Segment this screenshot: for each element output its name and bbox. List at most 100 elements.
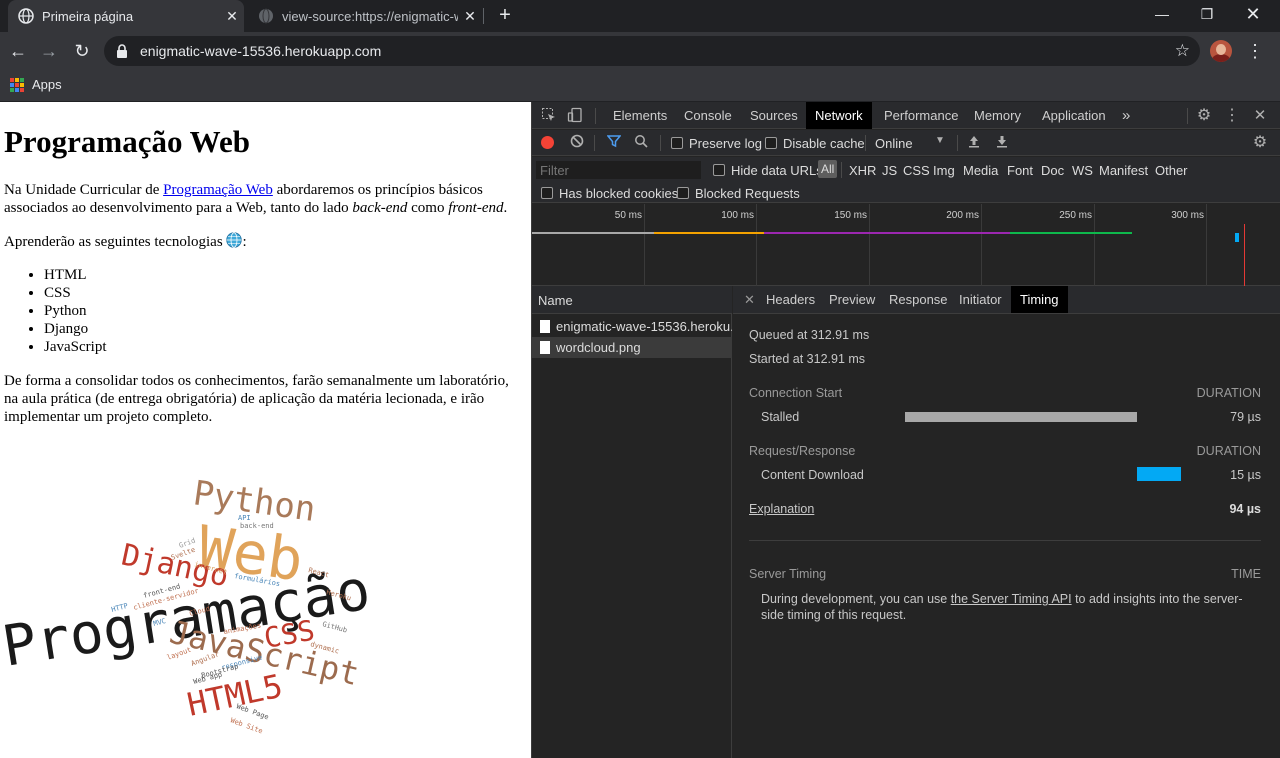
close-window-button[interactable]: ✕: [1238, 4, 1268, 24]
filter-type-css[interactable]: CSS: [903, 163, 930, 178]
tab-application[interactable]: Application: [1033, 102, 1115, 129]
tab-memory[interactable]: Memory: [965, 102, 1030, 129]
minimize-button[interactable]: —: [1147, 4, 1177, 24]
hide-data-urls-checkbox[interactable]: [713, 164, 725, 176]
closing-paragraph: De forma a consolidar todos os conhecime…: [4, 373, 509, 425]
tab-initiator[interactable]: Initiator: [950, 286, 1011, 313]
profile-avatar[interactable]: [1210, 40, 1232, 62]
divider: [749, 540, 1261, 541]
settings-gear-icon[interactable]: ⚙: [1195, 107, 1213, 125]
overview-bar: [532, 232, 654, 234]
disable-cache-checkbox[interactable]: [765, 137, 777, 149]
request-row[interactable]: enigmatic-wave-15536.heroku...: [532, 316, 732, 337]
filter-type-img[interactable]: Img: [933, 163, 955, 178]
lock-icon[interactable]: [116, 44, 130, 58]
overview-tick-label: 100 ms: [721, 210, 754, 221]
intro-text: Na Unidade Curricular de: [4, 182, 164, 198]
export-har-icon[interactable]: [993, 134, 1011, 152]
preserve-log-checkbox[interactable]: [671, 137, 683, 149]
devtools-menu-icon[interactable]: ⋮: [1223, 107, 1241, 125]
tab-network[interactable]: Network: [806, 102, 872, 129]
disable-cache-label: Disable cache: [783, 136, 865, 151]
list-item: JavaScript: [44, 338, 515, 356]
overview-tick-label: 50 ms: [614, 210, 642, 221]
bookmark-star-icon[interactable]: ☆: [1175, 41, 1190, 61]
programacao-web-link[interactable]: Programação Web: [163, 182, 273, 198]
has-blocked-cookies-checkbox[interactable]: [541, 187, 553, 199]
tab-sources[interactable]: Sources: [741, 102, 807, 129]
name-column-header[interactable]: Name: [532, 286, 732, 314]
filter-type-js[interactable]: JS: [882, 163, 897, 178]
inspect-element-icon[interactable]: [540, 107, 558, 125]
record-icon[interactable]: [541, 136, 554, 149]
close-tab-icon[interactable]: ✕: [458, 8, 482, 25]
network-settings-gear-icon[interactable]: ⚙: [1251, 134, 1269, 152]
clear-icon[interactable]: [568, 134, 586, 152]
filter-type-manifest[interactable]: Manifest: [1099, 163, 1148, 178]
started-at: Started at 312.91 ms: [749, 352, 866, 366]
tab-preview[interactable]: Preview: [820, 286, 884, 313]
address-bar[interactable]: enigmatic-wave-15536.herokuapp.com ☆: [104, 36, 1200, 66]
overview-request-mark: [1235, 233, 1239, 242]
duration-heading: DURATION: [1196, 386, 1261, 400]
filter-type-media[interactable]: Media: [963, 163, 998, 178]
blocked-requests-label: Blocked Requests: [695, 186, 800, 201]
new-tab-button[interactable]: +: [494, 4, 516, 26]
throttling-select[interactable]: Online: [875, 136, 913, 151]
filter-type-other[interactable]: Other: [1155, 163, 1188, 178]
filter-type-doc[interactable]: Doc: [1041, 163, 1064, 178]
tab-performance[interactable]: Performance: [875, 102, 967, 129]
tab-console[interactable]: Console: [675, 102, 741, 129]
tab-elements[interactable]: Elements: [604, 102, 676, 129]
globe-icon: [258, 8, 274, 24]
overview-bar: [654, 232, 764, 234]
filter-icon[interactable]: [605, 134, 623, 152]
tab-response[interactable]: Response: [880, 286, 957, 313]
tab-headers[interactable]: Headers: [757, 286, 824, 313]
server-timing-api-link[interactable]: the Server Timing API: [951, 592, 1072, 606]
overview-tick-label: 200 ms: [946, 210, 979, 221]
dropdown-arrow-icon[interactable]: ▼: [935, 135, 945, 146]
filter-type-font[interactable]: Font: [1007, 163, 1033, 178]
apps-grid-icon: [10, 77, 24, 92]
tab-view-source[interactable]: view-source:https://enigmatic-wa ✕: [248, 0, 482, 32]
overview-gridline: [869, 204, 870, 286]
url-text: enigmatic-wave-15536.herokuapp.com: [140, 43, 382, 59]
explanation-link[interactable]: Explanation: [749, 502, 814, 516]
duration-heading: DURATION: [1196, 444, 1261, 458]
overview-tick-label: 300 ms: [1171, 210, 1204, 221]
overview-bar: [1010, 232, 1132, 234]
import-har-icon[interactable]: [965, 134, 983, 152]
divider: [1187, 108, 1188, 124]
search-icon[interactable]: [632, 134, 650, 152]
restore-button[interactable]: ❐: [1192, 4, 1222, 24]
device-toolbar-icon[interactable]: [566, 107, 584, 125]
filter-type-xhr[interactable]: XHR: [849, 163, 876, 178]
back-button[interactable]: ←: [6, 39, 30, 63]
load-event-line: [1244, 224, 1245, 286]
back-end-emphasis: back-end: [352, 200, 408, 216]
chrome-menu-icon[interactable]: ⋮: [1246, 40, 1264, 62]
apps-shortcut[interactable]: Apps: [10, 77, 62, 92]
close-devtools-icon[interactable]: ✕: [1251, 107, 1269, 125]
forward-button[interactable]: →: [37, 39, 61, 63]
network-overview[interactable]: 50 ms 100 ms 150 ms 200 ms 250 ms 300 ms: [532, 204, 1280, 286]
filter-input[interactable]: [536, 161, 701, 179]
more-tabs-button[interactable]: »: [1113, 102, 1139, 129]
request-name: enigmatic-wave-15536.heroku...: [556, 319, 732, 334]
browser-toolbar: ← → ↻ enigmatic-wave-15536.herokuapp.com…: [0, 32, 1280, 70]
overview-gridline: [756, 204, 757, 286]
filter-type-ws[interactable]: WS: [1072, 163, 1093, 178]
filter-all-button[interactable]: All: [818, 160, 838, 178]
request-name: wordcloud.png: [556, 340, 641, 355]
tab-timing[interactable]: Timing: [1011, 286, 1068, 313]
intro-text: como: [407, 200, 449, 216]
tab-primeira-pagina[interactable]: Primeira página ✕: [8, 0, 244, 32]
tab-divider: [483, 8, 484, 24]
server-timing-text: During development, you can use: [761, 592, 951, 606]
blocked-requests-checkbox[interactable]: [677, 187, 689, 199]
reload-button[interactable]: ↻: [70, 39, 94, 63]
request-response-heading: Request/Response: [749, 444, 856, 458]
close-tab-icon[interactable]: ✕: [220, 8, 244, 25]
request-row-selected[interactable]: wordcloud.png: [532, 337, 732, 358]
